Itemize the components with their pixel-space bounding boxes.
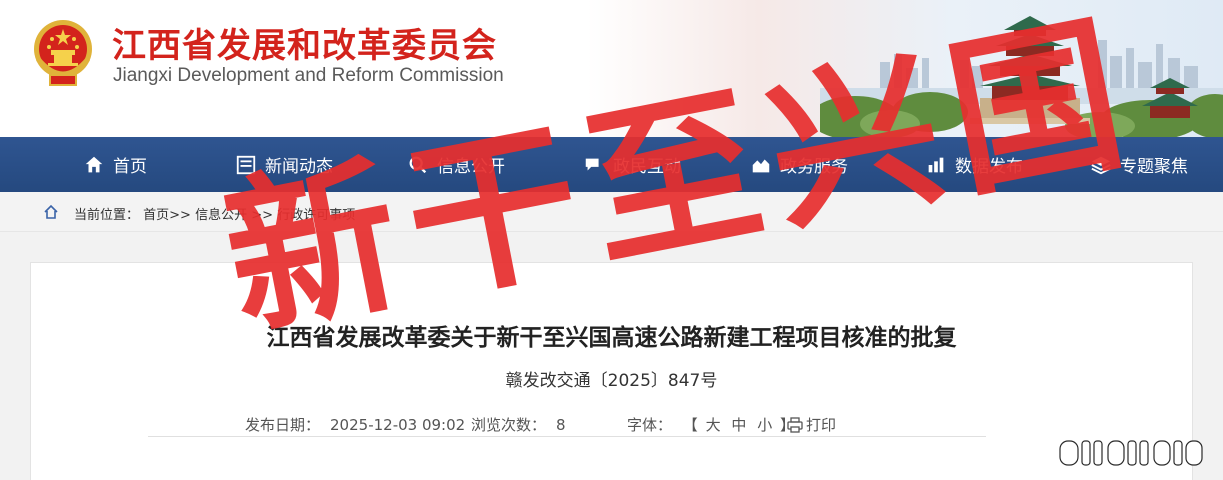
nav-item-gov-service[interactable]: 政务服务 bbox=[750, 137, 848, 192]
font-size-small-button[interactable]: 小 bbox=[757, 416, 772, 434]
data-icon bbox=[928, 157, 944, 172]
font-size-large-button[interactable]: 大 bbox=[706, 416, 721, 434]
printer-icon bbox=[787, 416, 803, 433]
nav-item-label: 政务服务 bbox=[780, 157, 848, 177]
nav-item-data-release[interactable]: 数据发布 bbox=[925, 137, 1023, 192]
news-icon bbox=[236, 155, 256, 174]
breadcrumb-prefix: 当前位置： bbox=[74, 208, 140, 223]
breadcrumb-link-home[interactable]: 首页>> bbox=[143, 208, 191, 223]
breadcrumb-link-info-disclosure[interactable]: 信息公开 bbox=[195, 208, 247, 223]
site-title-english: Jiangxi Development and Reform Commissio… bbox=[113, 65, 504, 86]
print-button[interactable]: 打印 bbox=[787, 414, 836, 435]
site-title-chinese: 江西省发展和改革委员会 bbox=[112, 26, 497, 66]
publish-date-value: 2025-12-03 09:02 bbox=[330, 416, 466, 434]
nav-item-info-disclosure[interactable]: 信息公开 bbox=[407, 137, 505, 192]
font-size-label: 字体： bbox=[627, 416, 673, 434]
font-size-medium-button[interactable]: 中 bbox=[731, 416, 746, 434]
nav-item-label: 首页 bbox=[113, 157, 147, 177]
platform-watermark-logo bbox=[1059, 440, 1203, 466]
nav-item-label: 新闻动态 bbox=[265, 157, 333, 177]
nav-item-label: 专题聚焦 bbox=[1120, 157, 1188, 177]
breadcrumb-separator: >> bbox=[251, 208, 274, 223]
publish-date-label: 发布日期： bbox=[245, 416, 321, 434]
meta-divider bbox=[148, 436, 986, 437]
nav-item-label: 信息公开 bbox=[437, 157, 505, 177]
nav-item-special-topics[interactable]: 专题聚焦 bbox=[1090, 137, 1188, 192]
nav-item-news[interactable]: 新闻动态 bbox=[235, 137, 333, 192]
print-label: 打印 bbox=[806, 416, 837, 434]
nav-item-home[interactable]: 首页 bbox=[83, 137, 147, 192]
site-header: 江西省发展和改革委员会 Jiangxi Development and Refo… bbox=[0, 0, 1223, 137]
breadcrumb-trail: 当前位置： 首页>> 信息公开 >> 行政许可事项 bbox=[74, 204, 355, 223]
breadcrumb: 当前位置： 首页>> 信息公开 >> 行政许可事项 bbox=[0, 192, 1223, 232]
service-icon bbox=[752, 159, 770, 172]
view-count-label: 浏览次数： bbox=[471, 416, 547, 434]
nav-item-interaction[interactable]: 政民互动 bbox=[583, 137, 681, 192]
interaction-icon bbox=[585, 158, 599, 170]
home-icon bbox=[44, 204, 58, 219]
document-number: 赣发改交通〔2025〕847号 bbox=[505, 371, 718, 391]
home-icon bbox=[85, 156, 103, 172]
font-size-control: 字体： 【 大 中 小 】 bbox=[627, 414, 795, 435]
layers-icon bbox=[1091, 156, 1111, 174]
publish-date: 发布日期： 2025-12-03 09:02 bbox=[245, 414, 465, 435]
view-count-value: 8 bbox=[556, 416, 566, 434]
tengwang-pavilion-banner-image bbox=[820, 16, 1223, 137]
view-count: 浏览次数： 8 bbox=[471, 414, 566, 435]
search-icon bbox=[409, 156, 427, 173]
main-nav-bar: 首页 新闻动态 信息公开 政民互动 政务服务 数据发布 专题聚焦 bbox=[0, 137, 1223, 192]
nav-item-label: 政民互动 bbox=[613, 157, 681, 177]
article-title: 江西省发展改革委关于新干至兴国高速公路新建工程项目核准的批复 bbox=[266, 325, 957, 351]
nav-item-label: 数据发布 bbox=[955, 157, 1023, 177]
bracket-open: 【 bbox=[682, 416, 698, 434]
national-emblem-logo[interactable] bbox=[30, 17, 96, 89]
breadcrumb-link-category[interactable]: 行政许可事项 bbox=[277, 208, 355, 223]
